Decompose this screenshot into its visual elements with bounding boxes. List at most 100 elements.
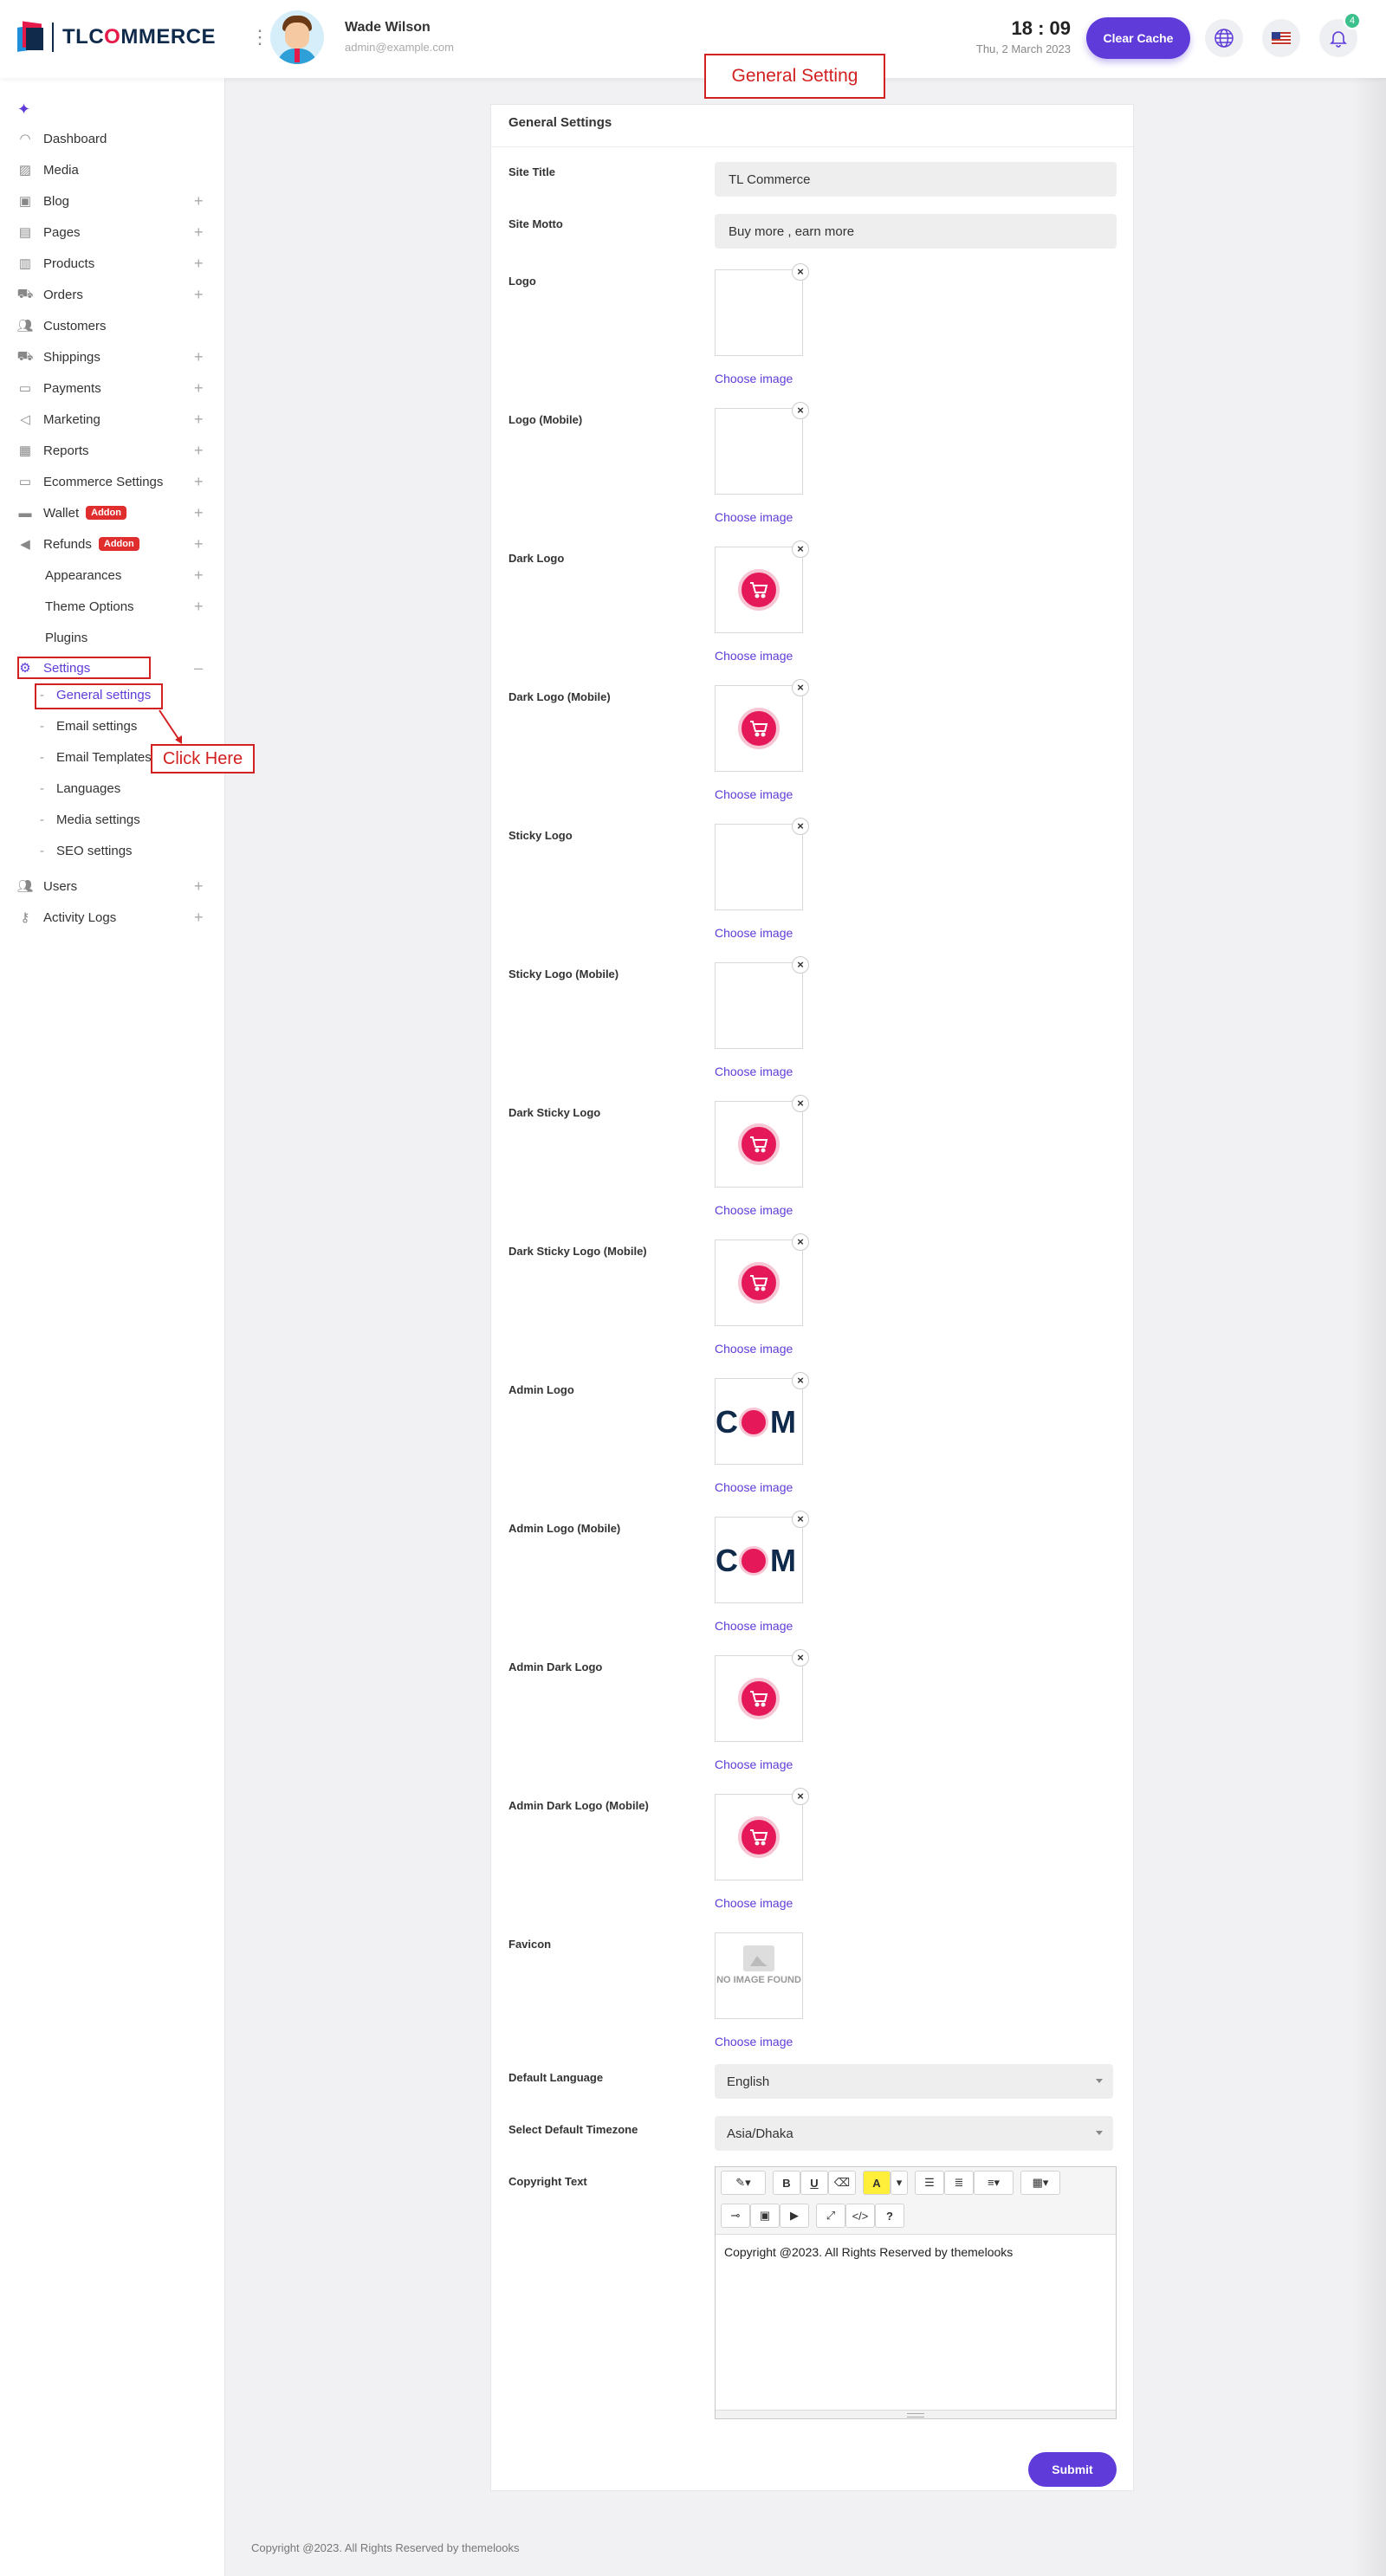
- expand-icon[interactable]: +: [194, 407, 204, 431]
- notifications-button[interactable]: 4: [1319, 12, 1361, 57]
- sidebar-item-plugins[interactable]: Plugins: [17, 625, 208, 650]
- copyright-text-area[interactable]: Copyright @2023. All Rights Reserved by …: [724, 2245, 1013, 2259]
- image-preview-box[interactable]: ×: [715, 679, 809, 772]
- sidebar-item-activity-logs[interactable]: ⚷ Activity Logs +: [17, 905, 208, 929]
- remove-image-icon[interactable]: ×: [792, 818, 809, 835]
- sidebar-item-reports[interactable]: ▦ Reports +: [17, 438, 208, 463]
- magic-icon[interactable]: ✎▾: [721, 2171, 766, 2195]
- choose-image-link[interactable]: Choose image: [715, 926, 793, 940]
- choose-image-link[interactable]: Choose image: [715, 1203, 793, 1217]
- image-preview-box[interactable]: ×: [715, 1649, 809, 1742]
- remove-image-icon[interactable]: ×: [792, 956, 809, 974]
- expand-icon[interactable]: +: [194, 438, 204, 463]
- sidebar-item-dashboard[interactable]: ◠ Dashboard: [17, 126, 208, 151]
- sidebar-item-blog[interactable]: ▣ Blog +: [17, 189, 208, 213]
- flag-button[interactable]: [1262, 19, 1300, 57]
- image-preview-box[interactable]: ×: [715, 956, 809, 1049]
- sidebar-item-pages[interactable]: ▤ Pages +: [17, 220, 208, 244]
- choose-image-link[interactable]: Choose image: [715, 372, 793, 385]
- remove-image-icon[interactable]: ×: [792, 1233, 809, 1251]
- ol-list-icon[interactable]: ≣: [944, 2171, 974, 2195]
- avatar[interactable]: [270, 10, 324, 64]
- expand-icon[interactable]: +: [194, 345, 204, 369]
- font-color-dropdown-icon[interactable]: ▾: [891, 2171, 908, 2195]
- choose-image-link[interactable]: Choose image: [715, 1896, 793, 1910]
- sidebar-item-refunds[interactable]: ◀ Refunds Addon +: [17, 532, 208, 556]
- expand-icon[interactable]: +: [194, 501, 204, 525]
- sidebar-item-customers[interactable]: 👥︎ Customers: [16, 314, 208, 338]
- image-preview-box[interactable]: ×: [715, 1095, 809, 1188]
- remove-image-icon[interactable]: ×: [792, 540, 809, 558]
- image-icon[interactable]: ▣: [750, 2204, 780, 2228]
- choose-image-link[interactable]: Choose image: [715, 1480, 793, 1494]
- image-preview-box[interactable]: ×: [715, 540, 809, 633]
- expand-icon[interactable]: +: [194, 251, 204, 275]
- expand-icon[interactable]: +: [194, 220, 204, 244]
- sidebar-subitem-seo-settings[interactable]: - SEO settings: [40, 838, 133, 863]
- pin-icon[interactable]: ✦: [17, 100, 30, 119]
- editor-resize-handle[interactable]: [716, 2410, 1116, 2418]
- sidebar-subitem-media-settings[interactable]: - Media settings: [40, 807, 140, 832]
- clear-cache-button[interactable]: Clear Cache: [1086, 17, 1190, 59]
- sidebar-item-users[interactable]: 👥︎ Users +: [16, 874, 208, 898]
- ul-list-icon[interactable]: ☰: [915, 2171, 944, 2195]
- remove-image-icon[interactable]: ×: [792, 1511, 809, 1528]
- expand-icon[interactable]: +: [194, 376, 204, 400]
- sidebar-item-media[interactable]: ▨ Media: [17, 158, 208, 182]
- sidebar-item-appearances[interactable]: Appearances +: [17, 563, 208, 587]
- brand-logo[interactable]: TLCOMMERCE: [17, 21, 216, 52]
- submit-button[interactable]: Submit: [1028, 2452, 1117, 2487]
- collapse-icon[interactable]: –: [194, 656, 203, 680]
- image-preview-box[interactable]: NO IMAGE FOUND: [715, 1932, 803, 2019]
- align-icon[interactable]: ≡▾: [974, 2171, 1014, 2195]
- image-preview-box[interactable]: ×: [715, 1788, 809, 1880]
- sidebar-item-products[interactable]: ▥ Products +: [17, 251, 208, 275]
- remove-image-icon[interactable]: ×: [792, 1788, 809, 1805]
- sidebar-item-marketing[interactable]: ◁ Marketing +: [17, 407, 208, 431]
- help-icon[interactable]: ?: [875, 2204, 904, 2228]
- image-preview-box[interactable]: ×: [715, 402, 809, 495]
- sidebar-item-shippings[interactable]: ⛟ Shippings +: [17, 345, 208, 369]
- video-icon[interactable]: ▶: [780, 2204, 809, 2228]
- choose-image-link[interactable]: Choose image: [715, 1065, 793, 1078]
- sidebar-subitem-languages[interactable]: - Languages: [40, 776, 120, 800]
- image-preview-box[interactable]: ×: [715, 263, 809, 356]
- site-motto-input[interactable]: [715, 214, 1117, 249]
- sidebar-toggle-icon[interactable]: ⋮: [250, 28, 269, 47]
- expand-icon[interactable]: +: [194, 469, 204, 494]
- default-language-select[interactable]: English: [715, 2064, 1113, 2099]
- sidebar-subitem-email-templates[interactable]: - Email Templates: [40, 745, 152, 769]
- eraser-icon[interactable]: ⌫: [828, 2171, 856, 2195]
- image-preview-box[interactable]: ×: [715, 818, 809, 910]
- bold-icon[interactable]: B: [773, 2171, 800, 2195]
- image-preview-box[interactable]: C M ×: [715, 1511, 809, 1603]
- table-icon[interactable]: ▦▾: [1020, 2171, 1060, 2195]
- sidebar-item-theme-options[interactable]: Theme Options +: [17, 594, 208, 618]
- sidebar-subitem-email-settings[interactable]: - Email settings: [40, 714, 137, 738]
- remove-image-icon[interactable]: ×: [792, 402, 809, 419]
- font-color-icon[interactable]: A: [863, 2171, 891, 2195]
- remove-image-icon[interactable]: ×: [792, 263, 809, 281]
- choose-image-link[interactable]: Choose image: [715, 2035, 793, 2049]
- choose-image-link[interactable]: Choose image: [715, 1757, 793, 1771]
- choose-image-link[interactable]: Choose image: [715, 649, 793, 663]
- choose-image-link[interactable]: Choose image: [715, 1619, 793, 1633]
- expand-icon[interactable]: +: [194, 563, 204, 587]
- link-icon[interactable]: ⊸: [721, 2204, 750, 2228]
- site-title-input[interactable]: [715, 162, 1117, 197]
- remove-image-icon[interactable]: ×: [792, 1649, 809, 1667]
- image-preview-box[interactable]: ×: [715, 1233, 809, 1326]
- expand-icon[interactable]: +: [194, 282, 204, 307]
- remove-image-icon[interactable]: ×: [792, 1372, 809, 1389]
- underline-icon[interactable]: U: [800, 2171, 828, 2195]
- expand-icon[interactable]: +: [194, 189, 204, 213]
- expand-icon[interactable]: +: [194, 905, 204, 929]
- remove-image-icon[interactable]: ×: [792, 679, 809, 696]
- language-globe-button[interactable]: [1205, 19, 1243, 57]
- expand-icon[interactable]: +: [194, 594, 204, 618]
- sidebar-item-orders[interactable]: ⛟ Orders +: [17, 282, 208, 307]
- expand-icon[interactable]: +: [194, 874, 204, 898]
- choose-image-link[interactable]: Choose image: [715, 510, 793, 524]
- code-icon[interactable]: </>: [845, 2204, 875, 2228]
- fullscreen-icon[interactable]: ⤢: [816, 2204, 845, 2228]
